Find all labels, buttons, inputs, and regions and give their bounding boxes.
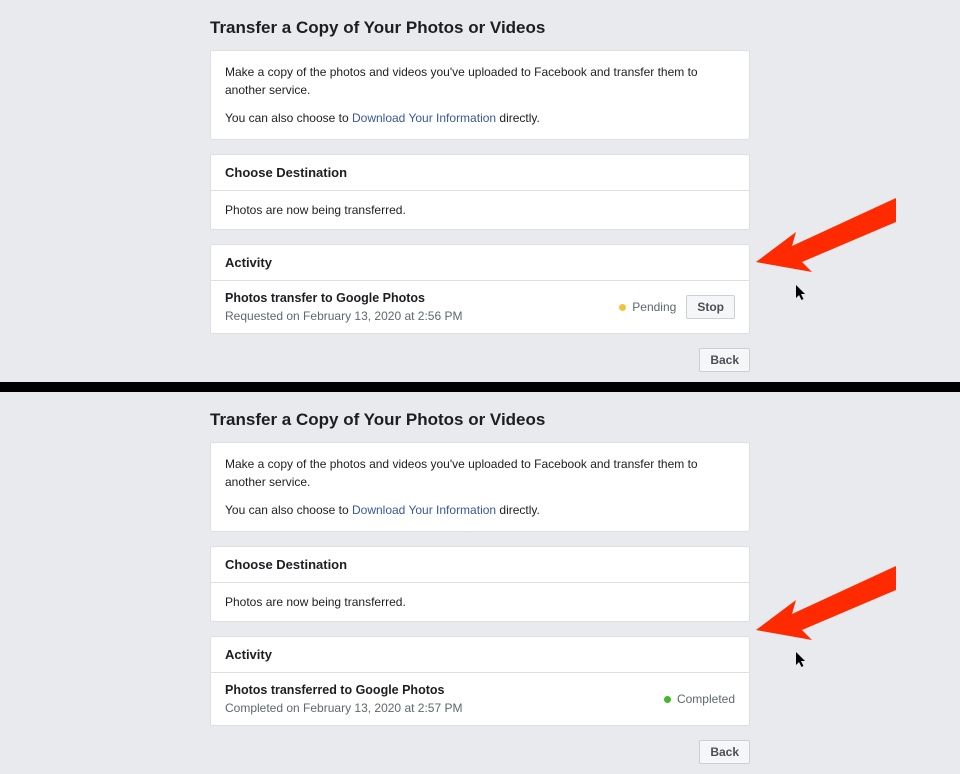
activity-timestamp: Requested on February 13, 2020 at 2:56 P… [225,309,463,323]
activity-header: Activity [211,245,749,281]
status-label: Completed [677,692,735,706]
intro-card: Make a copy of the photos and videos you… [210,442,750,532]
intro-text-2: You can also choose to Download Your Inf… [225,501,735,519]
page-title: Transfer a Copy of Your Photos or Videos [210,410,750,430]
activity-title: Photos transferred to Google Photos [225,683,462,697]
activity-row: Photos transfer to Google Photos Request… [211,281,749,333]
choose-destination-card: Choose Destination Photos are now being … [210,546,750,622]
intro-card: Make a copy of the photos and videos you… [210,50,750,140]
activity-card: Activity Photos transfer to Google Photo… [210,244,750,334]
download-your-info-link[interactable]: Download Your Information [352,111,496,125]
stop-button[interactable]: Stop [686,295,735,319]
activity-row: Photos transferred to Google Photos Comp… [211,673,749,725]
status-badge-completed: Completed [664,692,735,706]
back-button[interactable]: Back [699,740,750,764]
page-title: Transfer a Copy of Your Photos or Videos [210,18,750,38]
choose-destination-body: Photos are now being transferred. [211,583,749,621]
back-button[interactable]: Back [699,348,750,372]
status-dot-icon [664,696,671,703]
activity-title: Photos transfer to Google Photos [225,291,463,305]
intro-text-2: You can also choose to Download Your Inf… [225,109,735,127]
status-label: Pending [632,300,676,314]
choose-destination-card: Choose Destination Photos are now being … [210,154,750,230]
intro-suffix: directly. [496,503,540,517]
intro-suffix: directly. [496,111,540,125]
download-your-info-link[interactable]: Download Your Information [352,503,496,517]
activity-timestamp: Completed on February 13, 2020 at 2:57 P… [225,701,462,715]
status-badge-pending: Pending [619,300,676,314]
activity-header: Activity [211,637,749,673]
status-dot-icon [619,304,626,311]
separator-bar [0,382,960,392]
intro-prefix: You can also choose to [225,111,352,125]
intro-text-1: Make a copy of the photos and videos you… [225,455,735,491]
intro-text-1: Make a copy of the photos and videos you… [225,63,735,99]
intro-prefix: You can also choose to [225,503,352,517]
choose-destination-body: Photos are now being transferred. [211,191,749,229]
choose-destination-header: Choose Destination [211,547,749,583]
choose-destination-header: Choose Destination [211,155,749,191]
activity-card: Activity Photos transferred to Google Ph… [210,636,750,726]
